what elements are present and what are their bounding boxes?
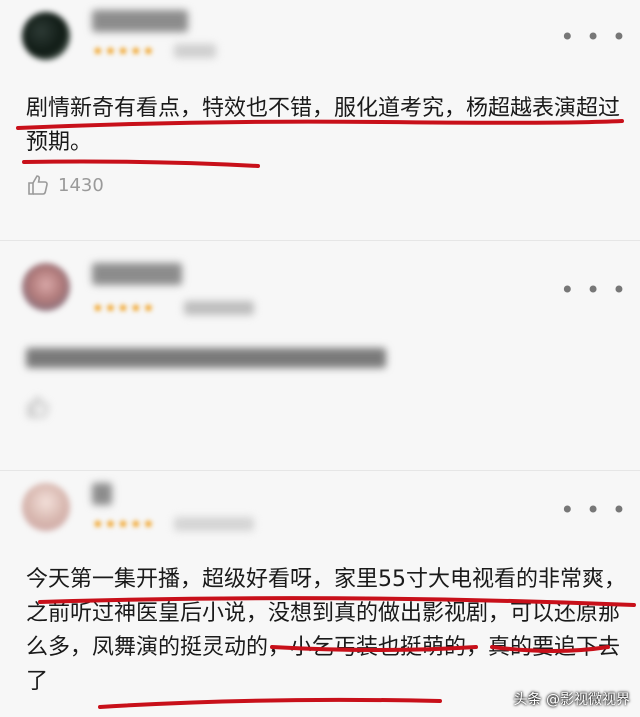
comment-text: 今天第一集开播，超级好看呀，家里55寸大电视看的非常爽，之前听过神医皇后小说，没… xyxy=(26,567,626,694)
username-blurred[interactable] xyxy=(92,10,188,32)
avatar[interactable] xyxy=(22,263,70,311)
thumbs-up-icon xyxy=(28,175,48,195)
rating-stars: ★★★★★ xyxy=(92,517,156,532)
meta-blurred xyxy=(174,44,216,58)
avatar[interactable] xyxy=(22,483,70,531)
username-blurred[interactable] xyxy=(92,263,182,285)
meta-blurred xyxy=(184,301,254,315)
more-options-icon[interactable]: • • • xyxy=(560,25,628,49)
meta-blurred xyxy=(174,517,254,531)
more-options-icon[interactable]: • • • xyxy=(560,498,628,522)
like-button[interactable] xyxy=(26,395,50,419)
watermark: 头条 @影视微视界 xyxy=(513,692,630,708)
like-button[interactable]: 1430 xyxy=(26,173,104,197)
thumbs-up-icon xyxy=(28,397,48,417)
comment-card-3: ★★★★★ • • • 今天第一集开播，超级好看呀，家里55寸大电视看的非常爽，… xyxy=(0,475,640,717)
comment-card-2: ★★★★★ • • • xyxy=(0,245,640,475)
comment-text: 剧情新奇有看点，特效也不错，服化道考究，杨超越表演超过预期。 xyxy=(26,96,621,155)
comment-text-blurred xyxy=(26,348,386,368)
divider xyxy=(0,470,640,471)
divider xyxy=(0,240,640,241)
like-count: 1430 xyxy=(58,174,104,196)
rating-stars: ★★★★★ xyxy=(92,301,156,316)
avatar[interactable] xyxy=(22,12,70,60)
username-blurred[interactable] xyxy=(92,483,112,505)
rating-stars: ★★★★★ xyxy=(92,44,156,59)
more-options-icon[interactable]: • • • xyxy=(560,278,628,302)
comment-card-1: ★★★★★ • • • 剧情新奇有看点，特效也不错，服化道考究，杨超越表演超过预… xyxy=(0,0,640,245)
